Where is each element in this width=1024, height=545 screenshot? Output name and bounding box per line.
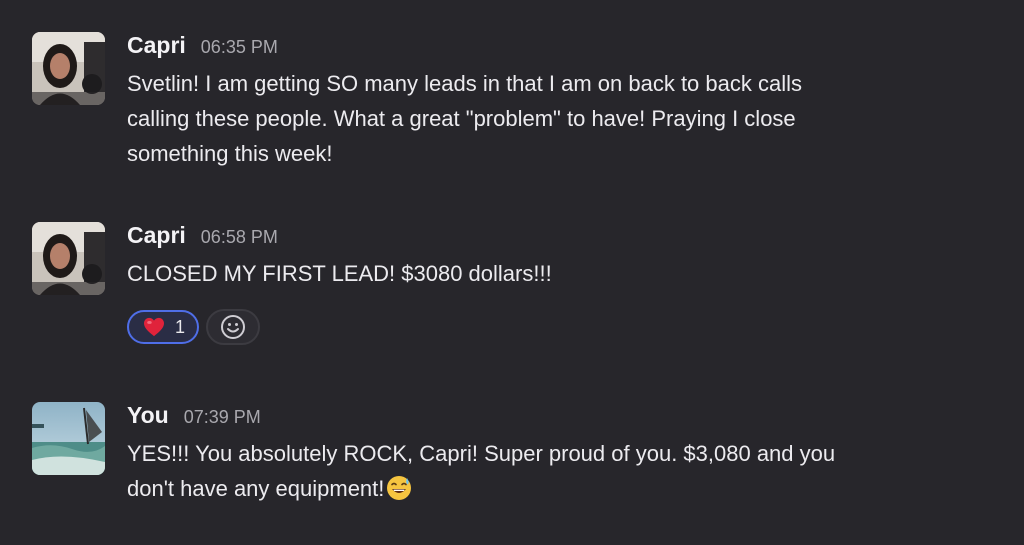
message-text: Svetlin! I am getting SO many leads in t… (127, 66, 992, 171)
message-item: Capri 06:35 PM Svetlin! I am getting SO … (32, 32, 992, 182)
avatar[interactable] (32, 32, 105, 105)
message-text: YES!!! You absolutely ROCK, Capri! Super… (127, 436, 992, 506)
message-timestamp: 06:35 PM (200, 37, 278, 57)
message-timestamp: 07:39 PM (183, 407, 261, 427)
reactions-bar: 1 (127, 309, 992, 345)
chat-thread: Capri 06:35 PM Svetlin! I am getting SO … (0, 0, 1024, 545)
author-name[interactable]: Capri (127, 32, 186, 59)
message-line: something this week! (127, 141, 333, 166)
author-name[interactable]: Capri (127, 222, 186, 249)
add-reaction-button[interactable] (206, 309, 261, 345)
avatar[interactable] (32, 402, 105, 475)
message-line: Svetlin! I am getting SO many leads in t… (127, 71, 802, 96)
heart-emoji-icon (144, 317, 164, 337)
message-line: don't have any equipment! (127, 471, 992, 506)
message-timestamp: 06:58 PM (200, 227, 278, 247)
grinning-sweat-emoji-icon (387, 476, 412, 500)
heart-reaction-button[interactable]: 1 (127, 310, 200, 344)
message-line-text: don't have any equipment! (127, 476, 385, 501)
message-line: calling these people. What a great "prob… (127, 106, 796, 131)
message-line: CLOSED MY FIRST LEAD! $3080 dollars!!! (127, 261, 552, 286)
reaction-count: 1 (175, 316, 186, 337)
message-item: You 07:39 PM YES!!! You absolutely ROCK,… (32, 402, 992, 522)
message-line: YES!!! You absolutely ROCK, Capri! Super… (127, 441, 836, 466)
avatar[interactable] (32, 222, 105, 295)
author-name[interactable]: You (127, 402, 169, 429)
message-item: Capri 06:58 PM CLOSED MY FIRST LEAD! $30… (32, 222, 992, 362)
smiley-icon (221, 315, 246, 339)
message-text: CLOSED MY FIRST LEAD! $3080 dollars!!! (127, 256, 992, 291)
